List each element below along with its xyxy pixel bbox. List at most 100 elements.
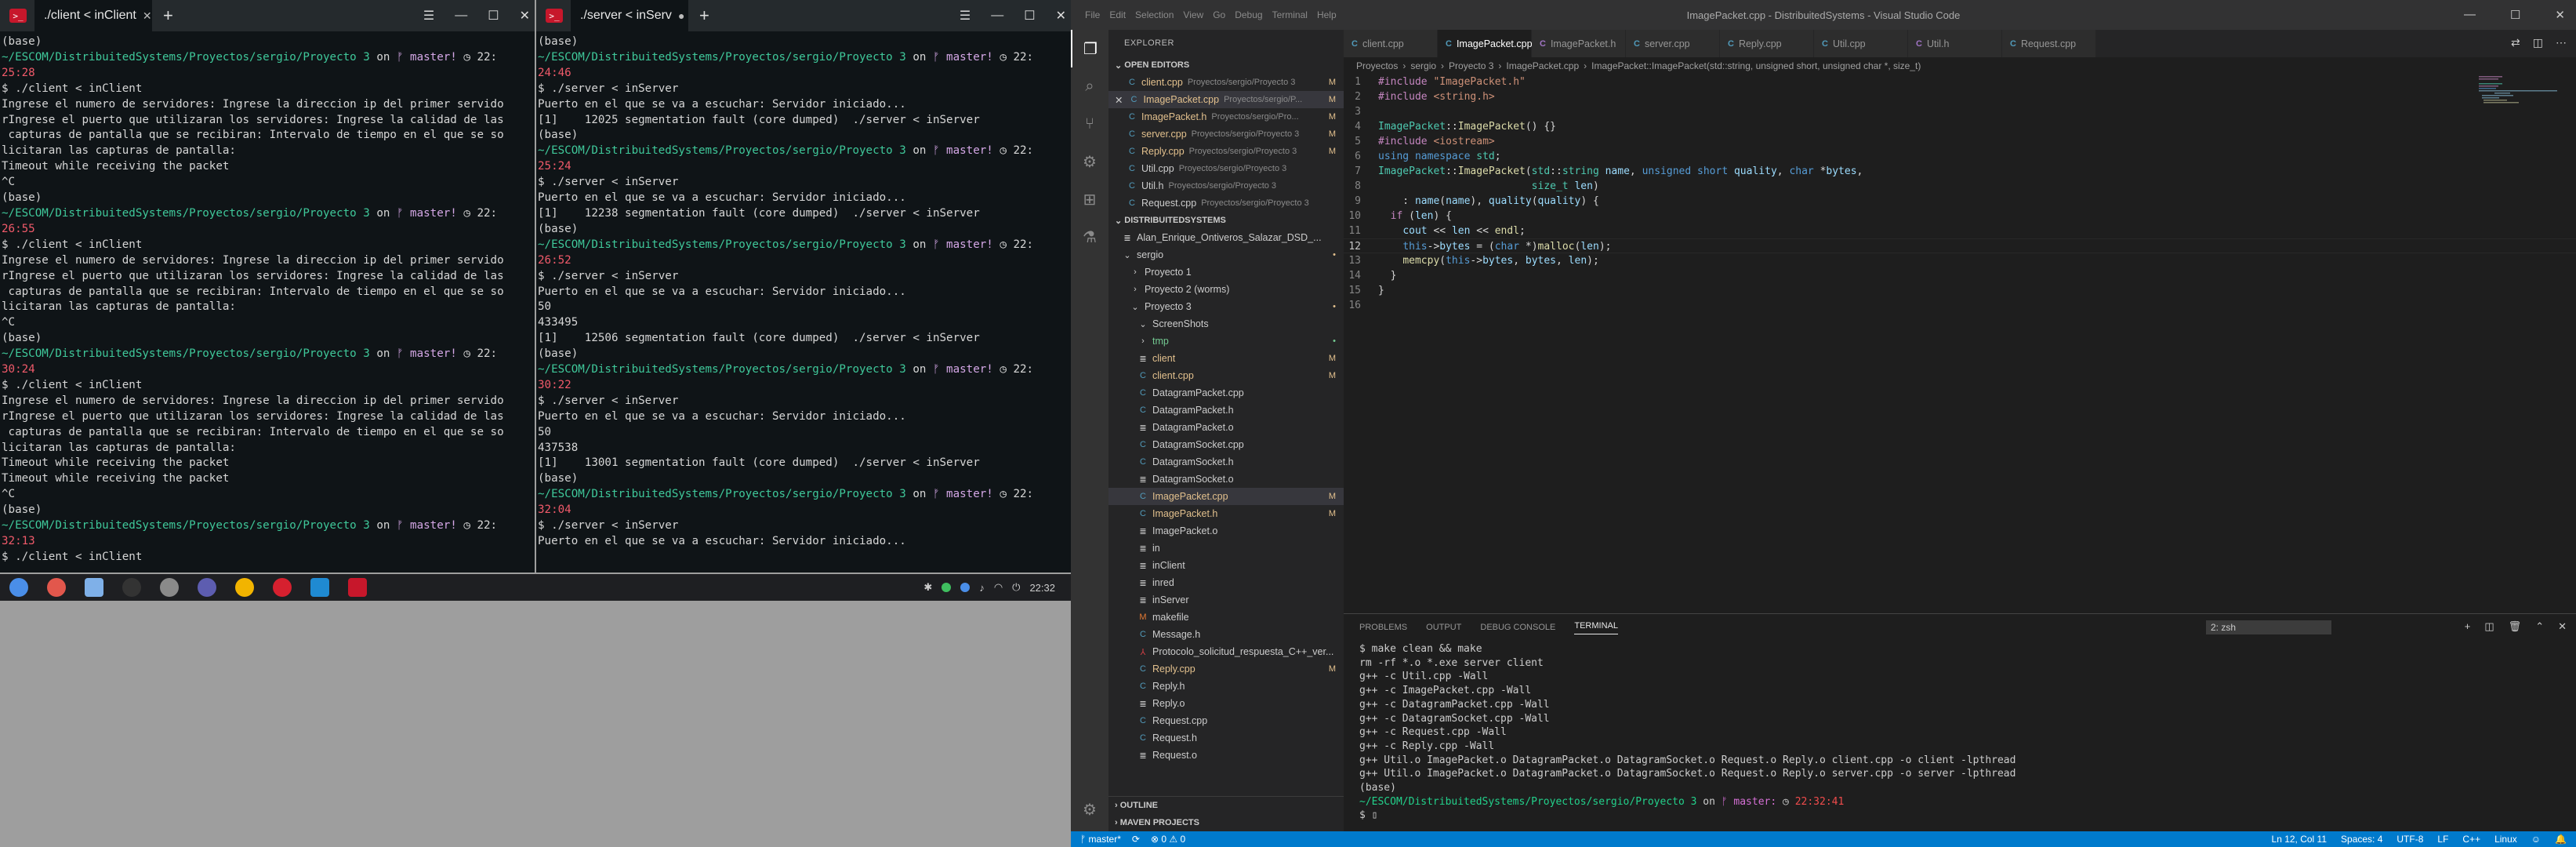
app-icon[interactable] [198, 578, 216, 597]
file-item[interactable]: ≣ Request.o [1108, 747, 1344, 764]
workspace-section[interactable]: ⌄ DISTRIBUITEDSYSTEMS [1108, 212, 1344, 229]
status-icon[interactable] [960, 583, 971, 592]
files-icon[interactable] [85, 578, 103, 597]
code-line[interactable]: 4 ImagePacket:: ImagePacket() {} [1344, 119, 2576, 134]
platform[interactable]: Linux [2494, 834, 2517, 845]
terminal-output[interactable]: (base) ~/ESCOM/DistribuitedSystems/Proyec… [0, 31, 535, 569]
encoding[interactable]: UTF-8 [2396, 834, 2423, 845]
panel-tab-output[interactable]: OUTPUT [1426, 623, 1461, 632]
extensions-icon[interactable]: ⊞ [1071, 180, 1108, 218]
breadcrumb-item[interactable]: Proyectos [1356, 60, 1398, 71]
volume-icon[interactable]: ♪ [979, 582, 985, 594]
panel-tab-problems[interactable]: PROBLEMS [1359, 623, 1407, 632]
vscode-icon[interactable] [310, 578, 329, 597]
indentation[interactable]: Spaces: 4 [2341, 834, 2382, 845]
file-item[interactable]: ≣ inClient [1108, 557, 1344, 574]
new-tab-button[interactable]: + [699, 5, 709, 26]
terminal-window-client[interactable]: >_ ./client < inClient ✕ + ☰ — ☐ ✕ (base) ~/E… [0, 0, 535, 573]
feedback-icon[interactable]: ☺ [2531, 834, 2541, 845]
code-line[interactable]: 6 using namespace std; [1344, 149, 2576, 164]
menu-item[interactable]: Go [1213, 9, 1225, 20]
search-icon[interactable]: ⌕ [1071, 67, 1108, 105]
editor-tab[interactable]: C Request.cpp [2002, 30, 2096, 57]
open-editor-item[interactable]: C Util.h Proyectos/sergio/Proyecto 3 [1108, 177, 1344, 194]
file-item[interactable]: C Request.cpp [1108, 712, 1344, 729]
open-editor-item[interactable]: C ImagePacket.h Proyectos/sergio/Pro... M [1108, 108, 1344, 125]
file-item[interactable]: C DatagramSocket.h [1108, 453, 1344, 471]
status-icon[interactable] [942, 583, 952, 592]
terminal-tab[interactable]: ./server < inServ ● [571, 0, 688, 31]
editor-tab[interactable]: CImagePacket.cpp✕ [1438, 30, 1545, 57]
menu-item[interactable]: Debug [1235, 9, 1262, 20]
folder-item[interactable]: ⌄ sergio • [1108, 246, 1344, 264]
code-line[interactable]: 15} [1344, 283, 2576, 298]
file-item[interactable]: ≣ DatagramPacket.o [1108, 419, 1344, 436]
minimize-button[interactable]: — [2464, 8, 2476, 22]
file-item[interactable]: ≣ DatagramSocket.o [1108, 471, 1344, 488]
app-icon[interactable] [47, 578, 66, 597]
file-item[interactable]: ≣ ImagePacket.o [1108, 522, 1344, 540]
new-tab-button[interactable]: + [163, 5, 173, 26]
file-item[interactable]: C DatagramSocket.cpp [1108, 436, 1344, 453]
panel-tab-terminal[interactable]: TERMINAL [1574, 621, 1618, 634]
close-icon[interactable]: ✕ [1115, 94, 1123, 106]
file-item[interactable]: Cclient.cpp M [1108, 367, 1344, 384]
folder-item[interactable]: › tmp • [1108, 333, 1344, 350]
code-line[interactable]: 10 if (len) { [1344, 209, 2576, 224]
close-tab-icon[interactable]: ✕ [143, 9, 152, 23]
terminal-select[interactable]: 2: zsh [2206, 620, 2331, 634]
chevron-up-icon[interactable]: ⌃ [2535, 620, 2544, 633]
folder-item[interactable]: ⌄ Proyecto 3 • [1108, 298, 1344, 315]
terminal-output[interactable]: (base) ~/ESCOM/DistribuitedSystems/Proyec… [536, 31, 1071, 553]
close-icon[interactable]: ✕ [2558, 620, 2567, 633]
code-line[interactable]: 12 this -> bytes = (char *) malloc(len); [1344, 238, 2576, 253]
minimap[interactable] [2479, 75, 2565, 106]
chrome-icon[interactable] [235, 578, 254, 597]
split-editor-icon[interactable]: ◫ [2533, 36, 2543, 49]
panel-tab-debug-console[interactable]: DEBUG CONSOLE [1480, 623, 1555, 632]
menu-item[interactable]: Selection [1135, 9, 1174, 20]
code-line[interactable]: 9 : name(name), quality(quality) { [1344, 194, 2576, 209]
test-icon[interactable]: ⚗ [1071, 218, 1108, 256]
folder-item[interactable]: ⌄ ScreenShots [1108, 315, 1344, 333]
file-item[interactable]: C ImagePacket.cpp M [1108, 488, 1344, 505]
menu-item[interactable]: Terminal [1272, 9, 1308, 20]
minimize-button[interactable]: — [991, 9, 1003, 23]
menu-item[interactable]: File [1085, 9, 1100, 20]
code-line[interactable]: 5 #include <iostream> [1344, 134, 2576, 149]
file-item[interactable]: C DatagramPacket.h [1108, 402, 1344, 419]
compare-icon[interactable]: ⇄ [2511, 36, 2520, 49]
open-editor-item[interactable]: Cserver.cpp Proyectos/sergio/Proyecto 3 M [1108, 125, 1344, 143]
file-item[interactable]: C DatagramPacket.cpp [1108, 384, 1344, 402]
split-terminal-icon[interactable]: ◫ [2484, 620, 2494, 633]
breadcrumb-item[interactable]: ImagePacket.cpp [1506, 60, 1579, 71]
opera-icon[interactable] [273, 578, 292, 597]
close-button[interactable]: ✕ [1056, 8, 1066, 24]
code-line[interactable]: 13 memcpy(this -> bytes, bytes, len); [1344, 253, 2576, 268]
maximize-button[interactable]: ☐ [1024, 8, 1035, 24]
bluetooth-icon[interactable]: ✱ [923, 581, 932, 594]
file-item[interactable]: C Message.h [1108, 626, 1344, 643]
app-icon[interactable] [160, 578, 179, 597]
debug-icon[interactable]: ⚙ [1071, 143, 1108, 180]
power-icon[interactable]: ⏻ [1012, 581, 1020, 594]
wifi-icon[interactable]: ◠ [994, 581, 1003, 594]
file-item[interactable]: ≣ client M [1108, 350, 1344, 367]
menu-icon[interactable]: ☰ [423, 8, 434, 24]
file-item[interactable]: C Reply.h [1108, 678, 1344, 695]
file-item[interactable]: ⅄ Protocolo_solicitud_respuesta_C++_ver..… [1108, 643, 1344, 660]
breadcrumb-item[interactable]: Proyecto 3 [1449, 60, 1493, 71]
terminal-icon[interactable] [348, 578, 367, 597]
file-item[interactable]: C ImagePacket.h M [1108, 505, 1344, 522]
breadcrumb-item[interactable]: ImagePacket::ImagePacket(std::string, un… [1591, 60, 1921, 71]
open-editors-section[interactable]: ⌄ OPEN EDITORS [1108, 56, 1344, 74]
code-line[interactable]: 16 [1344, 298, 2576, 313]
file-item[interactable]: ≣ Alan_Enrique_Ontiveros_Salazar_DSD_... [1108, 229, 1344, 246]
folder-item[interactable]: › Proyecto 2 (worms) [1108, 281, 1344, 298]
more-actions-icon[interactable]: ⋯ [2556, 36, 2567, 49]
breadcrumb-item[interactable]: sergio [1410, 60, 1436, 71]
editor-tab[interactable]: Cserver.cpp [1626, 30, 1720, 57]
code-line[interactable]: 2 #include <string.h> [1344, 89, 2576, 104]
maven-section[interactable]: › MAVEN PROJECTS [1108, 814, 1344, 831]
editor-tab[interactable]: C ImagePacket.h [1532, 30, 1626, 57]
